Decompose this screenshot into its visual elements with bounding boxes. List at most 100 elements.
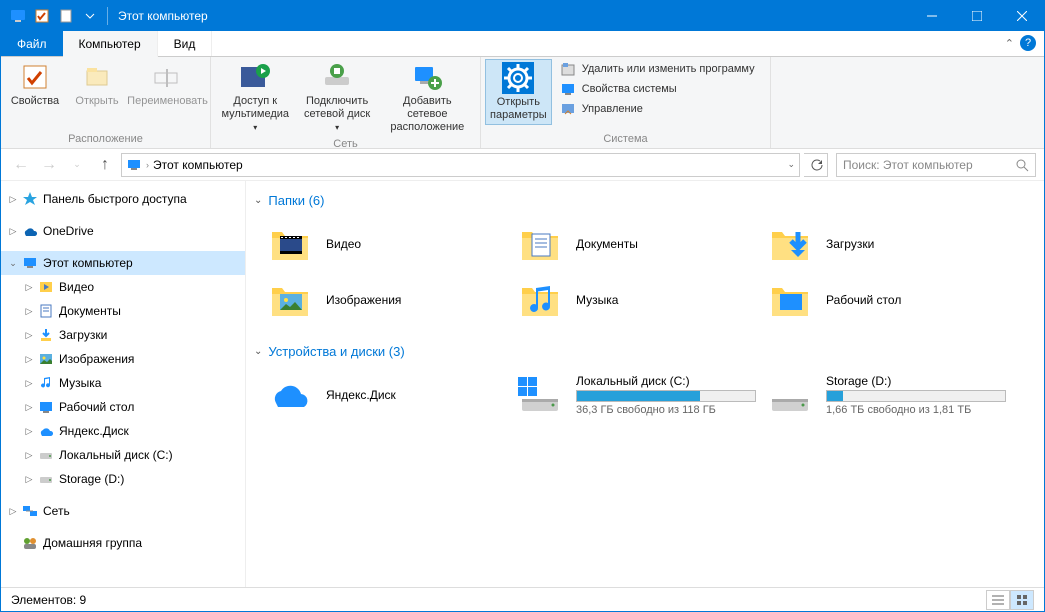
tab-computer[interactable]: Компьютер	[63, 31, 158, 57]
rename-button: Переименовать	[129, 59, 206, 110]
nav-up-button[interactable]: ↑	[93, 153, 117, 177]
titlebar: Этот компьютер	[1, 1, 1044, 31]
nav-back-button[interactable]: ←	[9, 153, 33, 177]
expand-icon[interactable]: ▷	[21, 426, 37, 437]
expand-icon[interactable]: ▷	[5, 506, 21, 517]
expand-icon[interactable]: ▷	[21, 354, 37, 365]
address-bar[interactable]: › Этот компьютер ⌄	[121, 153, 800, 177]
tree-item-label: Яндекс.Диск	[59, 424, 129, 438]
folder-icon	[266, 276, 314, 324]
homegroup-icon	[21, 534, 39, 552]
refresh-button[interactable]	[804, 153, 828, 177]
properties-button[interactable]: Свойства	[5, 59, 65, 110]
item-icon	[37, 446, 55, 464]
manage-button[interactable]: Управление	[554, 99, 761, 119]
section-folders-header[interactable]: ⌄ Папки (6)	[246, 189, 1044, 212]
expand-icon[interactable]: ▷	[21, 330, 37, 341]
collapse-icon[interactable]: ⌄	[5, 258, 21, 269]
qat-new-icon[interactable]	[55, 5, 77, 27]
maximize-button[interactable]	[954, 1, 999, 31]
tree-item[interactable]: ▷ Загрузки	[1, 323, 245, 347]
item-icon	[37, 374, 55, 392]
drive-label: Storage (D:)	[826, 374, 1008, 388]
drive-item[interactable]: Яндекс.Диск	[262, 367, 512, 423]
map-drive-button[interactable]: Подключитьсетевой диск ▾	[298, 59, 377, 136]
pc-icon	[21, 254, 39, 272]
expand-icon[interactable]: ▷	[5, 194, 21, 205]
item-icon	[37, 422, 55, 440]
tree-item[interactable]: ▷Музыка	[1, 371, 245, 395]
system-props-icon	[560, 81, 576, 97]
expand-icon[interactable]: ▷	[21, 378, 37, 389]
expand-icon[interactable]: ▷	[5, 226, 21, 237]
nav-recent-dropdown[interactable]: ⌄	[65, 153, 89, 177]
tree-item[interactable]: ▷Видео	[1, 275, 245, 299]
expand-icon[interactable]: ▷	[21, 402, 37, 413]
help-icon[interactable]: ?	[1020, 35, 1036, 51]
tree-item[interactable]: ▷ Рабочий стол	[1, 395, 245, 419]
item-icon	[37, 398, 55, 416]
group-network-label: Сеть	[215, 136, 476, 153]
tree-onedrive[interactable]: ▷ OneDrive	[1, 219, 245, 243]
expand-icon[interactable]: ▷	[21, 282, 37, 293]
tree-item[interactable]: ▷ Изображения	[1, 347, 245, 371]
tree-quick-access[interactable]: ▷ Панель быстрого доступа	[1, 187, 245, 211]
close-button[interactable]	[999, 1, 1044, 31]
pc-icon	[126, 157, 142, 173]
folder-item[interactable]: Рабочий стол	[762, 272, 1012, 328]
navigation-tree[interactable]: ▷ Панель быстрого доступа ▷ OneDrive ⌄ Э…	[1, 181, 246, 587]
folder-item[interactable]: Музыка	[512, 272, 762, 328]
chevron-down-icon: ⌄	[254, 346, 262, 357]
tree-item[interactable]: ▷Storage (D:)	[1, 467, 245, 491]
tree-item-label: Загрузки	[59, 328, 107, 342]
view-details-button[interactable]	[986, 590, 1010, 610]
open-settings-button[interactable]: Открытьпараметры	[485, 59, 552, 125]
breadcrumb[interactable]: Этот компьютер	[153, 158, 243, 172]
folder-item[interactable]: Изображения	[262, 272, 512, 328]
view-icons-button[interactable]	[1010, 590, 1034, 610]
expand-icon[interactable]: ▷	[21, 450, 37, 461]
tree-item[interactable]: ▷Локальный диск (C:)	[1, 443, 245, 467]
media-access-button[interactable]: Доступ кмультимедиа ▾	[215, 59, 296, 136]
tree-thispc[interactable]: ⌄ Этот компьютер	[1, 251, 245, 275]
address-dropdown-icon[interactable]: ⌄	[787, 159, 795, 170]
chevron-up-icon[interactable]: ⌃	[1005, 37, 1014, 50]
folder-item[interactable]: Загрузки	[762, 216, 1012, 272]
folder-label: Музыка	[576, 293, 618, 307]
expand-icon[interactable]: ▷	[21, 306, 37, 317]
star-icon	[21, 190, 39, 208]
ribbon-tabs: Файл Компьютер Вид ⌃ ?	[1, 31, 1044, 57]
minimize-button[interactable]	[909, 1, 954, 31]
folder-label: Рабочий стол	[826, 293, 901, 307]
item-icon	[37, 278, 55, 296]
drive-item[interactable]: Storage (D:)1,66 ТБ свободно из 1,81 ТБ	[762, 367, 1012, 423]
tree-homegroup[interactable]: Домашняя группа	[1, 531, 245, 555]
nav-forward-button[interactable]: →	[37, 153, 61, 177]
tree-item[interactable]: ▷ Яндекс.Диск	[1, 419, 245, 443]
section-drives-header[interactable]: ⌄ Устройства и диски (3)	[246, 340, 1044, 363]
item-icon	[37, 470, 55, 488]
qat-dropdown-icon[interactable]	[79, 5, 101, 27]
tree-item-label: Изображения	[59, 352, 134, 366]
ribbon: Свойства Открыть Переименовать Расположе…	[1, 57, 1044, 149]
drive-usage-bar	[576, 390, 756, 402]
drive-item[interactable]: Локальный диск (C:)36,3 ГБ свободно из 1…	[512, 367, 762, 423]
folder-item[interactable]: Видео	[262, 216, 512, 272]
drive-icon	[266, 371, 314, 419]
folder-item[interactable]: Документы	[512, 216, 762, 272]
onedrive-icon	[21, 222, 39, 240]
tab-file[interactable]: Файл	[1, 31, 63, 56]
drive-icon	[516, 371, 564, 419]
search-box[interactable]	[836, 153, 1036, 177]
search-input[interactable]	[843, 158, 1011, 172]
folder-icon	[766, 220, 814, 268]
tree-item-label: Рабочий стол	[59, 400, 134, 414]
tab-view[interactable]: Вид	[158, 31, 213, 56]
add-network-location-button[interactable]: Добавить сетевоерасположение	[379, 59, 476, 136]
expand-icon[interactable]: ▷	[21, 474, 37, 485]
system-properties-button[interactable]: Свойства системы	[554, 79, 761, 99]
qat-properties-icon[interactable]	[31, 5, 53, 27]
tree-item[interactable]: ▷Документы	[1, 299, 245, 323]
tree-network[interactable]: ▷ Сеть	[1, 499, 245, 523]
uninstall-button[interactable]: Удалить или изменить программу	[554, 59, 761, 79]
